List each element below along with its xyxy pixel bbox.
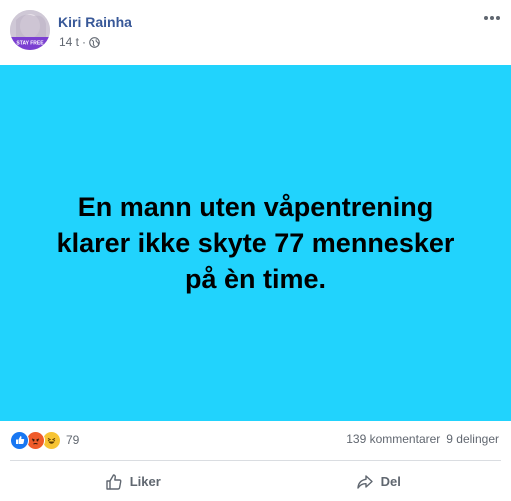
post-actions: Liker Del [10, 462, 501, 501]
meta-separator: · [82, 35, 87, 49]
share-button-label: Del [380, 474, 401, 489]
like-icon [10, 430, 29, 450]
divider [10, 460, 501, 461]
globe-icon[interactable] [89, 36, 100, 48]
post-stats: 139 kommentarer 9 delinger [346, 432, 499, 446]
post-background: En mann uten våpentrening klarer ikke sk… [0, 65, 511, 421]
like-button[interactable]: Liker [10, 462, 256, 501]
like-button-label: Liker [129, 474, 161, 489]
share-button[interactable]: Del [256, 462, 502, 501]
share-arrow-icon [356, 474, 373, 489]
post-meta: 14 t · [59, 35, 100, 49]
shares-count[interactable]: 9 delinger [446, 432, 499, 446]
post-message: En mann uten våpentrening klarer ikke sk… [56, 192, 455, 294]
comments-count[interactable]: 139 kommentarer [346, 432, 440, 446]
avatar-image: STAY FREE [10, 10, 50, 50]
more-options-icon[interactable] [483, 11, 501, 25]
thumbs-up-icon [106, 473, 122, 490]
post-author[interactable]: Kiri Rainha [58, 14, 132, 30]
post-timestamp[interactable]: 14 t [59, 35, 79, 49]
reactions-count[interactable]: 79 [66, 433, 79, 447]
post-card: STAY FREE Kiri Rainha 14 t · En mann ute… [0, 0, 511, 501]
reactions-summary[interactable]: 79 [10, 430, 79, 450]
avatar[interactable]: STAY FREE [10, 10, 50, 50]
avatar-badge-text: STAY FREE [16, 41, 44, 47]
